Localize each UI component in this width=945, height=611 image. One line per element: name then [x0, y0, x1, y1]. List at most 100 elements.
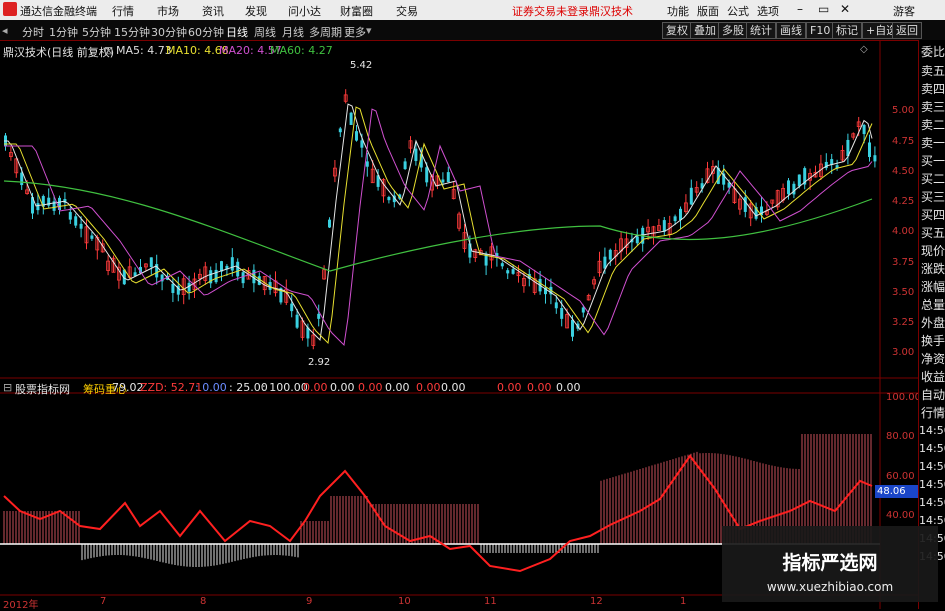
candle-down — [571, 319, 574, 337]
menu-ask[interactable]: 问小达 — [288, 3, 321, 19]
more-chevron-icon[interactable]: ▾ — [366, 24, 372, 37]
side-label: 外盘 — [921, 316, 945, 330]
period-daily[interactable]: 日线 — [226, 24, 248, 40]
menu-news[interactable]: 资讯 — [202, 3, 224, 19]
period-1min[interactable]: 1分钟 — [49, 24, 78, 40]
menu-market[interactable]: 市场 — [157, 3, 179, 19]
x-axis-label: 7 — [100, 596, 107, 607]
overlay-button[interactable]: 叠加 — [690, 22, 720, 39]
candle-down — [68, 212, 72, 220]
candle-down — [349, 112, 353, 125]
menu-layout[interactable]: 版面 — [697, 3, 719, 19]
draw-button[interactable]: 画线 — [776, 22, 806, 39]
app-name: 通达信金融终端 — [20, 5, 97, 18]
side-label: 卖五 — [921, 64, 945, 78]
period-weekly[interactable]: 周线 — [254, 24, 276, 40]
close-icon[interactable]: ✕ — [840, 2, 850, 16]
menu-guest[interactable]: 游客 — [893, 3, 915, 19]
side-label: 现价 — [921, 244, 945, 258]
x-axis-label: 8 — [200, 596, 207, 607]
side-tab-quote[interactable]: 行情 — [921, 404, 945, 421]
menu-quotes[interactable]: 行情 — [112, 3, 134, 19]
candle-down — [787, 180, 790, 195]
maximize-icon[interactable]: ▭ — [818, 2, 829, 16]
side-label: 买一 — [921, 154, 945, 168]
candle-down — [328, 219, 331, 228]
stats-button[interactable]: 统计 — [746, 22, 776, 39]
back-button[interactable]: 返回 — [892, 22, 922, 39]
candle-down — [608, 249, 612, 260]
chart-canvas[interactable] — [0, 41, 918, 609]
adjust-button[interactable]: 复权 — [662, 22, 692, 39]
candle-down — [679, 208, 682, 221]
zero-value: 0.00 — [556, 381, 581, 394]
indicator-tick: 40.00 — [886, 510, 915, 521]
period-30min[interactable]: 30分钟 — [151, 24, 187, 40]
period-multi[interactable]: 多周期 — [309, 24, 342, 40]
period-5min[interactable]: 5分钟 — [82, 24, 111, 40]
side-tab-auto[interactable]: 自动 — [921, 386, 945, 403]
side-label: 涨跌 — [921, 262, 945, 276]
candle-down — [862, 125, 866, 135]
x-axis-label: 1 — [680, 596, 687, 607]
menu-trade[interactable]: 交易 — [396, 3, 418, 19]
mark-button[interactable]: 标记 — [832, 22, 862, 39]
indicator-toggle-icon[interactable]: ⊟ — [3, 381, 12, 394]
ma10-line — [4, 106, 873, 345]
period-15min[interactable]: 15分钟 — [114, 24, 150, 40]
period-more[interactable]: 更多 — [344, 24, 366, 40]
tick-time: 14:50 — [919, 424, 945, 437]
menu-function[interactable]: 功能 — [667, 3, 689, 19]
high-price-label: 5.42 — [350, 60, 373, 71]
menu-options[interactable]: 选项 — [757, 3, 779, 19]
candle-down — [635, 236, 639, 244]
zero-value: 0.00 — [358, 381, 383, 394]
candle-down — [441, 179, 445, 183]
current-indicator-value: 48.06 — [875, 485, 919, 498]
candle-down — [797, 174, 801, 187]
candle-down — [214, 269, 218, 283]
price-tick: 4.25 — [892, 196, 915, 207]
side-label: 净资 — [921, 352, 945, 366]
period-intraday[interactable]: 分时 — [22, 24, 44, 40]
candle-down — [230, 257, 234, 271]
zero-value: 0.00 — [441, 381, 466, 394]
menu-wealth[interactable]: 财富圈 — [340, 3, 373, 19]
f10-button[interactable]: F10 — [806, 22, 835, 39]
candle-down — [468, 243, 472, 258]
candle-down — [425, 167, 429, 183]
candle-down — [500, 263, 504, 267]
ma-toggle-icon[interactable]: ⊠ — [104, 44, 113, 57]
minimize-icon[interactable]: – — [797, 2, 803, 16]
period-monthly[interactable]: 月线 — [282, 24, 304, 40]
candle-down — [446, 172, 450, 183]
side-label: 换手 — [921, 334, 945, 348]
side-label: 委比 — [921, 45, 945, 59]
side-label: 买五 — [921, 226, 945, 240]
side-label: 卖三 — [921, 100, 945, 114]
stock-title: 鼎汉技术(日线 前复权) — [3, 46, 115, 59]
watermark-url: www.xuezhibiao.com — [766, 580, 894, 594]
login-status[interactable]: 证券交易未登录 — [512, 3, 589, 19]
tick-time: 14:50 — [919, 478, 945, 491]
price-tick: 3.25 — [892, 317, 915, 328]
chart-menu-icon[interactable]: ◇ — [860, 44, 868, 55]
indicator-tick: 60.00 — [886, 471, 915, 482]
price-tick: 4.50 — [892, 166, 915, 177]
zero-value: 0.00 — [303, 381, 328, 394]
zero-value: 0.00 — [385, 381, 410, 394]
candle-down — [792, 183, 796, 195]
zero-value: 0.00 — [527, 381, 552, 394]
candle-down — [74, 216, 78, 226]
period-60min[interactable]: 60分钟 — [188, 24, 224, 40]
candle-down — [241, 272, 245, 284]
candle-down — [689, 187, 693, 205]
x-axis-label: 11 — [484, 596, 497, 607]
zero-value: 0.00 — [416, 381, 441, 394]
side-label: 买二 — [921, 172, 945, 186]
menu-formula[interactable]: 公式 — [727, 3, 749, 19]
menu-discover[interactable]: 发现 — [245, 3, 267, 19]
candle-down — [20, 172, 24, 186]
toolbar-left-arrow-icon[interactable]: ◂ — [2, 24, 8, 37]
multi-stock-button[interactable]: 多股 — [718, 22, 748, 39]
